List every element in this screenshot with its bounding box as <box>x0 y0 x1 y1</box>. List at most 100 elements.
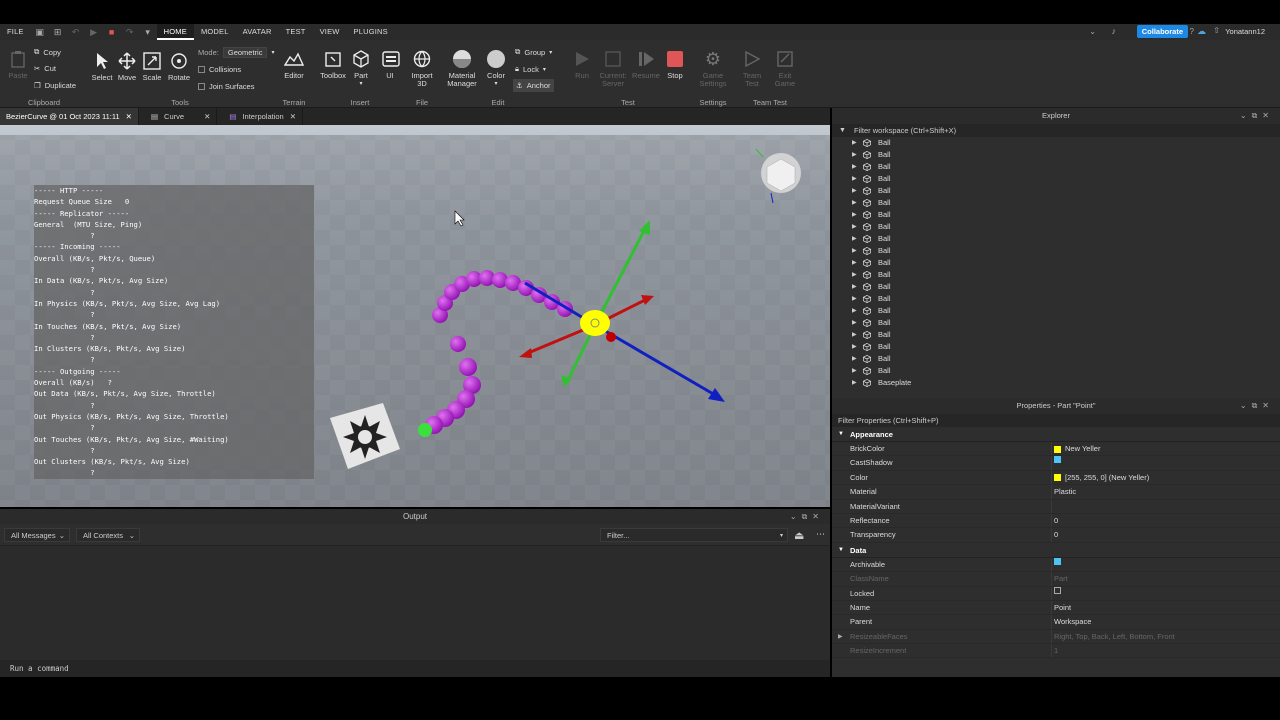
tab-interpolation[interactable]: ▤ Interpolation ✕ <box>217 108 304 125</box>
explorer-item[interactable]: ▶ Baseplate <box>832 377 1280 389</box>
group-button[interactable]: ⧉ Group ▾ <box>515 47 552 57</box>
explorer-item[interactable]: ▶ Ball <box>832 257 1280 269</box>
team-test-button[interactable]: Team Test <box>740 48 764 88</box>
collapse-arrow-icon[interactable]: ▼ <box>838 427 844 442</box>
section-appearance[interactable]: ▼ Appearance <box>832 427 1280 442</box>
output-filter-input[interactable]: Filter... ▾ <box>600 528 788 542</box>
explorer-item[interactable]: ▶ Ball <box>832 281 1280 293</box>
explorer-item[interactable]: ▶ Ball <box>832 269 1280 281</box>
game-settings-button[interactable]: ⚙ Game Settings <box>698 48 728 88</box>
material-manager-button[interactable]: Material Manager <box>444 48 480 88</box>
property-row[interactable]: Parent Workspace <box>832 615 1280 630</box>
property-row[interactable]: BrickColor New Yeller <box>832 442 1280 457</box>
explorer-item[interactable]: ▶ Ball <box>832 305 1280 317</box>
join-surfaces-checkbox[interactable] <box>198 83 205 90</box>
scale-button[interactable]: Scale <box>140 50 164 82</box>
stop-button[interactable]: Stop <box>663 48 687 80</box>
play-icon[interactable]: ▶ <box>88 26 100 38</box>
tab-curve[interactable]: ▤ Curve ✕ <box>139 108 218 125</box>
command-bar[interactable]: Run a command <box>0 660 830 677</box>
property-row[interactable]: Transparency 0 <box>832 528 1280 543</box>
explorer-item[interactable]: ▶ Ball <box>832 137 1280 149</box>
property-row[interactable]: ResizeableFaces Right, Top, Back, Left, B… <box>832 629 1280 645</box>
property-checkbox[interactable] <box>1054 456 1061 464</box>
cloud-icon[interactable]: ☁ <box>1197 26 1206 37</box>
explorer-item[interactable]: ▶ Ball <box>832 365 1280 377</box>
expand-arrow-icon[interactable]: ▶ <box>838 630 843 644</box>
expand-arrow-icon[interactable]: ▶ <box>852 245 857 257</box>
help-icon[interactable]: ? <box>1190 27 1194 36</box>
properties-filter-input[interactable]: Filter Properties (Ctrl+Shift+P) <box>832 414 1280 427</box>
copy-button[interactable]: ⧉ Copy <box>34 47 61 57</box>
property-row[interactable]: Locked <box>832 586 1280 601</box>
explorer-filter-input[interactable]: ▼ Filter workspace (Ctrl+Shift+X) <box>832 124 1280 137</box>
expand-arrow-icon[interactable]: ▶ <box>852 137 857 149</box>
explorer-item[interactable]: ▶ Ball <box>832 233 1280 245</box>
property-value[interactable]: Point <box>1054 601 1071 615</box>
property-row[interactable]: Name Point <box>832 600 1280 616</box>
rotate-button[interactable]: Rotate <box>166 50 192 82</box>
expand-arrow-icon[interactable]: ▶ <box>852 305 857 317</box>
toolbox-button[interactable]: Toolbox <box>318 48 348 80</box>
explorer-item[interactable]: ▶ Ball <box>832 185 1280 197</box>
move-button[interactable]: Move <box>115 50 139 82</box>
expand-arrow-icon[interactable]: ▶ <box>852 317 857 329</box>
expand-arrow-icon[interactable]: ▶ <box>852 161 857 173</box>
close-icon[interactable]: ✕ <box>290 108 296 125</box>
expand-arrow-icon[interactable]: ▶ <box>852 185 857 197</box>
explorer-item[interactable]: ▶ Ball <box>832 353 1280 365</box>
explorer-item[interactable]: ▶ Ball <box>832 221 1280 233</box>
stop-icon[interactable]: ■ <box>106 26 118 38</box>
expand-arrow-icon[interactable]: ▶ <box>852 233 857 245</box>
expand-arrow-icon[interactable]: ▶ <box>852 209 857 221</box>
menu-test[interactable]: TEST <box>279 24 313 40</box>
lock-button[interactable]: 🔒︎ Lock ▾ <box>515 64 546 74</box>
menu-avatar[interactable]: AVATAR <box>236 24 279 40</box>
explorer-item[interactable]: ▶ Ball <box>832 161 1280 173</box>
cut-button[interactable]: ✂ Cut <box>34 64 56 73</box>
color-button[interactable]: Color ▾ <box>484 48 508 88</box>
panel-controls-icon[interactable]: ⌄⧉✕ <box>1240 398 1274 414</box>
explorer-item[interactable]: ▶ Ball <box>832 317 1280 329</box>
property-row[interactable]: Color [255, 255, 0] (New Yeller) <box>832 470 1280 486</box>
explorer-item[interactable]: ▶ Ball <box>832 197 1280 209</box>
property-row[interactable]: ResizeIncrement 1 <box>832 644 1280 659</box>
collaborate-button[interactable]: Collaborate <box>1136 25 1188 38</box>
property-row[interactable]: Archivable <box>832 557 1280 573</box>
expand-arrow-icon[interactable]: ▶ <box>852 293 857 305</box>
explorer-item[interactable]: ▶ Ball <box>832 293 1280 305</box>
menu-home[interactable]: HOME <box>156 24 194 40</box>
expand-arrow-icon[interactable]: ▶ <box>852 197 857 209</box>
expand-arrow-icon[interactable]: ▶ <box>852 341 857 353</box>
resume-button[interactable]: Resume <box>632 48 660 80</box>
chevron-down-icon[interactable]: ▾ <box>142 26 154 38</box>
notification-icon[interactable]: ♪ <box>1112 26 1117 36</box>
import-3d-button[interactable]: Import 3D <box>406 48 438 88</box>
property-value[interactable]: Workspace <box>1054 615 1091 629</box>
expand-arrow-icon[interactable]: ▶ <box>852 221 857 233</box>
join-surfaces-toggle[interactable]: Join Surfaces <box>198 82 254 91</box>
expand-arrow-icon[interactable]: ▶ <box>852 329 857 341</box>
panel-controls-icon[interactable]: ⌄⧉✕ <box>790 509 824 524</box>
expand-arrow-icon[interactable]: ▶ <box>852 269 857 281</box>
duplicate-button[interactable]: ❐ Duplicate <box>34 81 76 90</box>
property-row[interactable]: MaterialVariant <box>832 499 1280 514</box>
collisions-checkbox[interactable] <box>198 66 205 73</box>
undo-icon[interactable]: ↶ <box>70 26 82 38</box>
ui-button[interactable]: UI <box>380 48 400 80</box>
collisions-toggle[interactable]: Collisions <box>198 65 241 74</box>
output-log[interactable] <box>0 546 830 660</box>
expand-arrow-icon[interactable]: ▶ <box>852 173 857 185</box>
menu-view[interactable]: VIEW <box>313 24 347 40</box>
explorer-item[interactable]: ▶ Ball <box>832 245 1280 257</box>
current-server-button[interactable]: Current: Server <box>596 48 630 88</box>
property-checkbox[interactable] <box>1054 557 1061 565</box>
messages-filter-dropdown[interactable]: All Messages ⌄ <box>4 528 70 542</box>
expand-arrow-icon[interactable]: ▶ <box>852 149 857 161</box>
save-icon[interactable]: ▣ <box>34 26 46 38</box>
property-checkbox[interactable] <box>1054 586 1061 594</box>
expand-arrow-icon[interactable]: ▶ <box>852 353 857 365</box>
menu-plugins[interactable]: PLUGINS <box>347 24 395 40</box>
share-icon[interactable]: ⇧ <box>1213 26 1220 35</box>
expand-arrow-icon[interactable]: ▶ <box>852 257 857 269</box>
